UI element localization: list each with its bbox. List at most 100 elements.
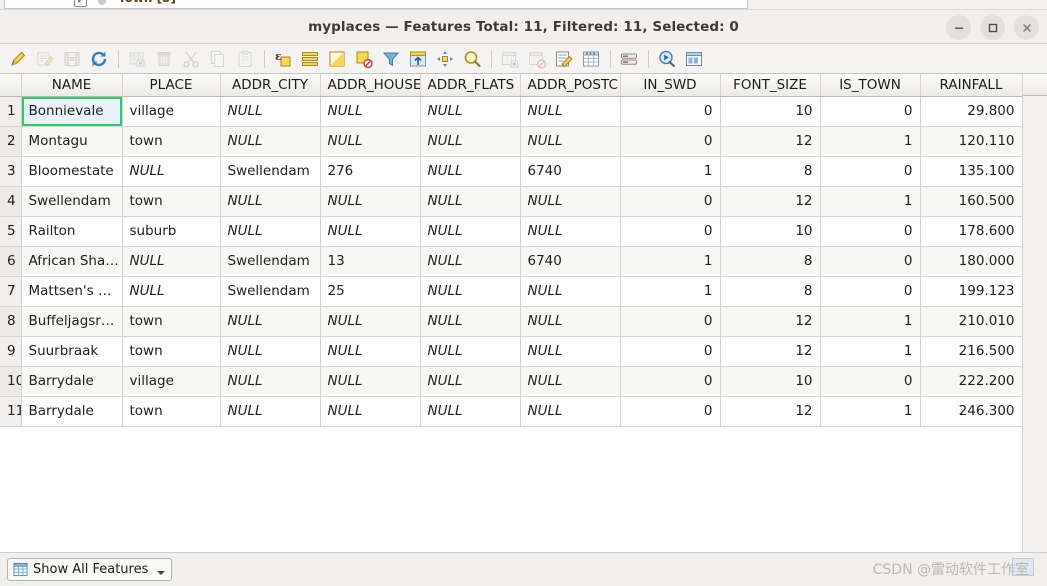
move-selection-to-top-icon[interactable] <box>406 47 430 71</box>
cell-name[interactable]: Bonnievale <box>21 96 123 127</box>
cell-addr-city[interactable]: NULL <box>220 396 321 427</box>
maximize-button[interactable] <box>980 15 1005 40</box>
vertical-scroll-gutter[interactable] <box>1022 74 1047 552</box>
cell-addr-postc[interactable]: NULL <box>520 216 621 247</box>
cell-name[interactable]: Railton <box>21 216 123 247</box>
cell-addr-postc[interactable]: NULL <box>520 96 621 127</box>
table-row[interactable]: 6 African Sha… NULL Swellendam 13 NULL 6740 1 8 0… <box>0 246 1023 277</box>
cell-rainfall[interactable]: 210.010 <box>920 306 1023 337</box>
cell-addr-flats[interactable]: NULL <box>420 336 521 367</box>
table-row[interactable]: 1 Bonnievale village NULL NULL NULL NULL 0 10 0 29… <box>0 96 1023 127</box>
column-header-addr-city[interactable]: ADDR_CITY <box>220 74 321 97</box>
toggle-editing-icon[interactable] <box>6 47 30 71</box>
row-header[interactable]: 5 <box>0 216 22 247</box>
chevron-down-icon[interactable] <box>157 571 166 575</box>
select-all-corner[interactable] <box>0 74 22 97</box>
column-header-addr-house[interactable]: ADDR_HOUSE <box>320 74 421 97</box>
filter-selection-icon[interactable] <box>379 47 403 71</box>
row-header[interactable]: 10 <box>0 366 22 397</box>
cell-is-town[interactable]: 0 <box>820 216 921 247</box>
cell-addr-city[interactable]: Swellendam <box>220 276 321 307</box>
cell-is-town[interactable]: 1 <box>820 186 921 217</box>
cell-addr-city[interactable]: Swellendam <box>220 156 321 187</box>
table-row[interactable]: 11BarrydaletownNULLNULLNULLNULL0121246.3… <box>0 396 1023 427</box>
field-calculator-icon[interactable] <box>552 47 576 71</box>
row-header[interactable]: 11 <box>0 396 22 427</box>
cell-addr-city[interactable]: NULL <box>220 306 321 337</box>
cell-name[interactable]: Montagu <box>21 126 123 157</box>
cell-addr-city[interactable]: Swellendam <box>220 246 321 277</box>
cell-is-town[interactable]: 0 <box>820 156 921 187</box>
table-row[interactable]: 4 Swellendam town NULL NULL NULL NULL 0 12 1 160.5… <box>0 186 1023 217</box>
cell-name[interactable]: Suurbraak <box>21 336 123 367</box>
cell-addr-postc[interactable]: NULL <box>520 336 621 367</box>
cell-addr-postc[interactable]: NULL <box>520 366 621 397</box>
cell-name[interactable]: Barrydale <box>21 396 123 427</box>
cell-is-town[interactable]: 0 <box>820 276 921 307</box>
cell-in-swd[interactable]: 0 <box>620 186 721 217</box>
column-header-addr-flats[interactable]: ADDR_FLATS <box>420 74 521 97</box>
show-all-features-button[interactable]: Show All Features <box>7 558 173 581</box>
cell-addr-house[interactable]: 13 <box>320 246 421 277</box>
column-header-place[interactable]: PLACE <box>122 74 221 97</box>
cell-addr-flats[interactable]: NULL <box>420 96 521 127</box>
minimize-button[interactable] <box>946 15 971 40</box>
cell-is-town[interactable]: 0 <box>820 366 921 397</box>
row-header[interactable]: 6 <box>0 246 22 277</box>
cell-place[interactable]: town <box>122 396 221 427</box>
cell-is-town[interactable]: 1 <box>820 126 921 157</box>
cell-addr-flats[interactable]: NULL <box>420 126 521 157</box>
cell-addr-house[interactable]: 25 <box>320 276 421 307</box>
cell-font-size[interactable]: 10 <box>720 366 821 397</box>
cell-in-swd[interactable]: 1 <box>620 246 721 277</box>
cell-in-swd[interactable]: 0 <box>620 96 721 127</box>
cell-addr-flats[interactable]: NULL <box>420 306 521 337</box>
cell-in-swd[interactable]: 0 <box>620 306 721 337</box>
cell-rainfall[interactable]: 222.200 <box>920 366 1023 397</box>
cell-font-size[interactable]: 8 <box>720 276 821 307</box>
table-row[interactable]: 8 Buffeljagsr… town NULL NULL NULL NULL 0 12 1 210… <box>0 306 1023 337</box>
cell-rainfall[interactable]: 160.500 <box>920 186 1023 217</box>
cell-addr-house[interactable]: NULL <box>320 216 421 247</box>
cell-addr-house[interactable]: NULL <box>320 366 421 397</box>
cell-name[interactable]: Mattsen's … <box>21 276 123 307</box>
cell-place[interactable]: village <box>122 366 221 397</box>
cell-in-swd[interactable]: 0 <box>620 336 721 367</box>
row-header[interactable]: 7 <box>0 276 22 307</box>
cell-is-town[interactable]: 1 <box>820 336 921 367</box>
cell-addr-postc[interactable]: NULL <box>520 396 621 427</box>
cell-place[interactable]: town <box>122 306 221 337</box>
cell-rainfall[interactable]: 29.800 <box>920 96 1023 127</box>
column-header-font-size[interactable]: FONT_SIZE <box>720 74 821 97</box>
cell-place[interactable]: town <box>122 336 221 367</box>
reload-table-icon[interactable] <box>87 47 111 71</box>
column-header-is-town[interactable]: IS_TOWN <box>820 74 921 97</box>
cell-place[interactable]: town <box>122 126 221 157</box>
cell-rainfall[interactable]: 180.000 <box>920 246 1023 277</box>
select-all-icon[interactable] <box>298 47 322 71</box>
cell-addr-house[interactable]: NULL <box>320 396 421 427</box>
cell-place[interactable]: village <box>122 96 221 127</box>
cell-addr-house[interactable]: NULL <box>320 96 421 127</box>
cell-place[interactable]: NULL <box>122 156 221 187</box>
row-header[interactable]: 4 <box>0 186 22 217</box>
cell-in-swd[interactable]: 0 <box>620 396 721 427</box>
cell-in-swd[interactable]: 0 <box>620 366 721 397</box>
attribute-table[interactable]: NAME PLACE ADDR_CITY ADDR_HOUSE ADDR_FLA… <box>0 74 1047 552</box>
cell-is-town[interactable]: 1 <box>820 396 921 427</box>
column-header-name[interactable]: NAME <box>21 74 123 97</box>
table-row[interactable]: 2 Montagu town NULL NULL NULL NULL 0 12 1 120.110 <box>0 126 1023 157</box>
cell-in-swd[interactable]: 1 <box>620 156 721 187</box>
cell-addr-flats[interactable]: NULL <box>420 216 521 247</box>
cell-rainfall[interactable]: 246.300 <box>920 396 1023 427</box>
column-header-rainfall[interactable]: RAINFALL <box>920 74 1023 97</box>
column-header-addr-postc[interactable]: ADDR_POSTC <box>520 74 621 97</box>
cell-addr-postc[interactable]: 6740 <box>520 246 621 277</box>
cell-addr-house[interactable]: NULL <box>320 126 421 157</box>
cell-addr-flats[interactable]: NULL <box>420 366 521 397</box>
cell-addr-flats[interactable]: NULL <box>420 396 521 427</box>
table-row[interactable]: 3 Bloomestate NULL Swellendam 276 NULL 6740 1 8 0… <box>0 156 1023 187</box>
close-button[interactable] <box>1014 15 1039 40</box>
form-view-icon[interactable] <box>682 47 706 71</box>
cell-name[interactable]: Barrydale <box>21 366 123 397</box>
